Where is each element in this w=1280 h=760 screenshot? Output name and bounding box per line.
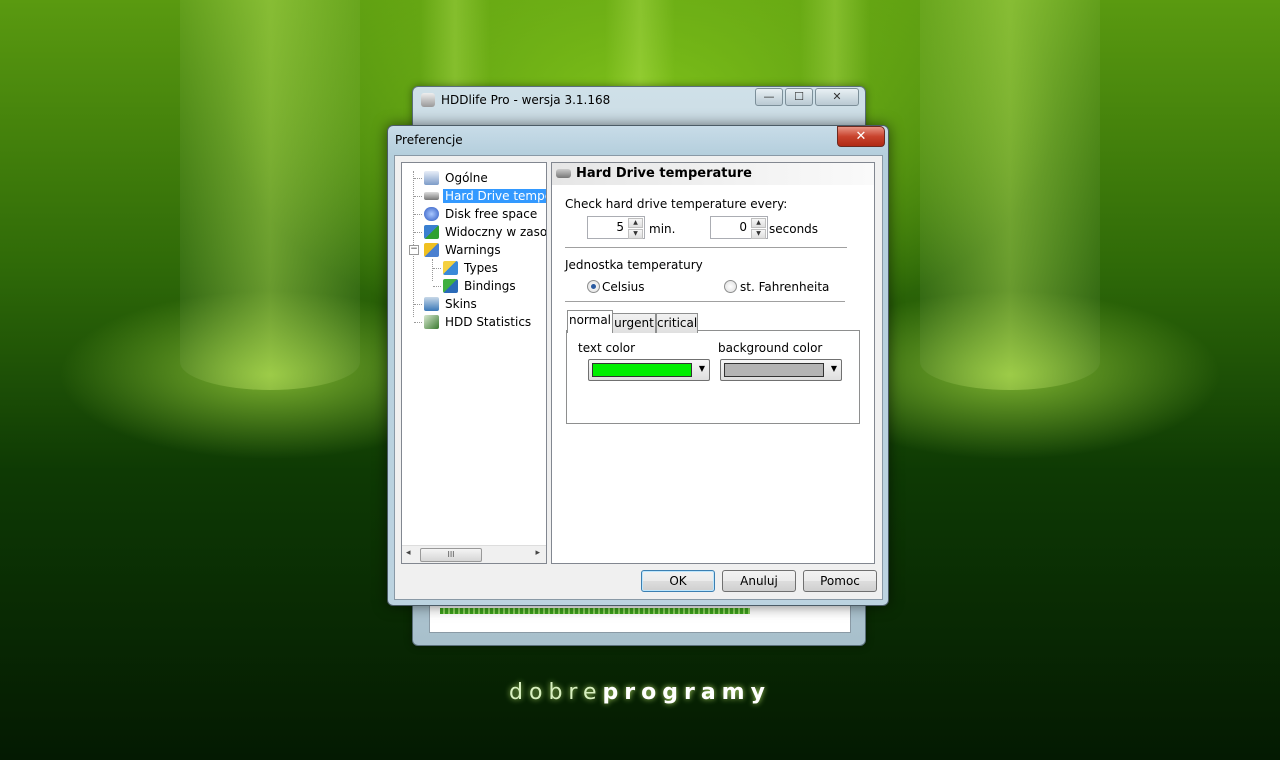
tray-icon [424,225,439,239]
chevron-down-icon: ▼ [830,364,837,373]
dialog-title: Preferencje [395,133,463,147]
cancel-button[interactable]: Anuluj [722,570,796,592]
minutes-value: 5 [616,220,624,234]
seconds-stepper[interactable]: 0 ▲ ▼ [710,216,768,239]
background-color-dropdown[interactable]: ▼ [720,359,842,381]
hard-drive-icon [556,169,571,178]
temperature-unit-label: Jednostka temperatury [565,258,703,272]
tree-item-bindings[interactable]: Bindings [443,277,518,295]
scroll-left-icon[interactable]: ◂ [406,548,411,558]
preferences-dialog[interactable]: Preferencje ✕ − Ogólne Hard Drive temper [387,125,889,606]
progress-bar [440,608,750,614]
tree-line-child [432,259,433,281]
settings-icon [424,171,439,185]
tree-item-label: Skins [445,297,477,311]
tab-normal[interactable]: normal [567,310,613,333]
tree-item-label: Hard Drive temper [443,189,546,203]
tree-item-ogolne[interactable]: Ogólne [424,169,490,187]
tree-hline [414,178,422,179]
tree-item-warnings[interactable]: Warnings [424,241,503,259]
check-interval-label: Check hard drive temperature every: [565,197,788,211]
seconds-unit: seconds [769,222,819,236]
main-window-status-area [429,605,851,633]
tree-hline [414,322,422,323]
tab-critical[interactable]: critical [656,313,698,333]
fahrenheit-label[interactable]: st. Fahrenheita [740,280,829,294]
chevron-down-icon: ▼ [698,364,705,373]
types-icon [443,261,458,275]
tree-hline [414,196,422,197]
minutes-stepper-buttons: ▲ ▼ [628,218,643,239]
tree-hline [433,268,441,269]
tree-item-label: Widoczny w zasob [445,225,547,239]
warnings-icon [424,243,439,257]
panel-header: Hard Drive temperature [552,163,874,185]
dialog-client: − Ogólne Hard Drive temper Disk free spa… [394,155,883,600]
panel-title: Hard Drive temperature [576,166,752,181]
warnings-expander[interactable]: − [409,245,419,255]
separator [565,247,847,249]
tree-item-label: Bindings [464,279,516,293]
statistics-icon [424,315,439,329]
brand-logo-bold: programy [602,680,771,705]
text-color-label: text color [578,341,636,355]
brand-logo-light: dobre [509,680,603,705]
minutes-up-icon[interactable]: ▲ [628,218,643,228]
minutes-down-icon[interactable]: ▼ [628,229,643,239]
window-controls: — ☐ ✕ [753,88,859,106]
background-tube-left [180,0,360,390]
maximize-button[interactable]: ☐ [785,88,813,106]
tree-item-label: Disk free space [445,207,538,221]
tree-item-types[interactable]: Types [443,259,500,277]
background-tube-right [920,0,1100,390]
minutes-stepper[interactable]: 5 ▲ ▼ [587,216,645,239]
text-color-swatch [592,363,692,377]
fahrenheit-radio[interactable] [724,280,737,293]
seconds-value: 0 [739,220,747,234]
tree-item-disk-free-space[interactable]: Disk free space [424,205,539,223]
preferences-tree[interactable]: − Ogólne Hard Drive temper Disk free spa… [401,162,547,564]
tree-item-hard-drive-temperature[interactable]: Hard Drive temper [424,187,546,205]
tree-hline [414,304,422,305]
tree-horizontal-scrollbar[interactable]: ◂ III ▸ [402,545,546,563]
background-color-label: background color [718,341,823,355]
tree-hline [414,214,422,215]
settings-panel: Hard Drive temperature Check hard drive … [551,162,875,564]
help-button[interactable]: Pomoc [803,570,877,592]
scroll-thumb[interactable]: III [420,548,482,562]
ok-button[interactable]: OK [641,570,715,592]
hard-drive-icon [424,192,439,200]
dialog-close-button[interactable]: ✕ [837,126,885,147]
scroll-right-icon[interactable]: ▸ [535,548,540,558]
tree-item-label: Warnings [445,243,501,257]
main-window-title: HDDlife Pro - wersja 3.1.168 [441,93,611,107]
celsius-label[interactable]: Celsius [602,280,645,294]
color-tab-panel: text color background color ▼ ▼ [566,330,860,424]
app-icon [421,93,435,107]
tree-item-skins[interactable]: Skins [424,295,479,313]
disk-space-icon [424,207,439,221]
text-color-dropdown[interactable]: ▼ [588,359,710,381]
tree-hline [414,232,422,233]
seconds-down-icon[interactable]: ▼ [751,229,766,239]
separator [565,301,845,303]
minimize-button[interactable]: — [755,88,783,106]
background-color-swatch [724,363,824,377]
seconds-stepper-buttons: ▲ ▼ [751,218,766,239]
celsius-radio[interactable] [587,280,600,293]
seconds-up-icon[interactable]: ▲ [751,218,766,228]
tree-item-widoczny[interactable]: Widoczny w zasob [424,223,547,241]
brand-logo: dobreprogramy [490,680,790,705]
tree-item-label: Ogólne [445,171,488,185]
tree-item-hdd-statistics[interactable]: HDD Statistics [424,313,533,331]
tree-item-label: HDD Statistics [445,315,532,329]
tree-hline [433,286,441,287]
bindings-icon [443,279,458,293]
main-close-button[interactable]: ✕ [815,88,859,106]
tab-urgent[interactable]: urgent [612,313,656,333]
minutes-unit: min. [649,222,676,236]
tree-item-label: Types [464,261,498,275]
skins-icon [424,297,439,311]
